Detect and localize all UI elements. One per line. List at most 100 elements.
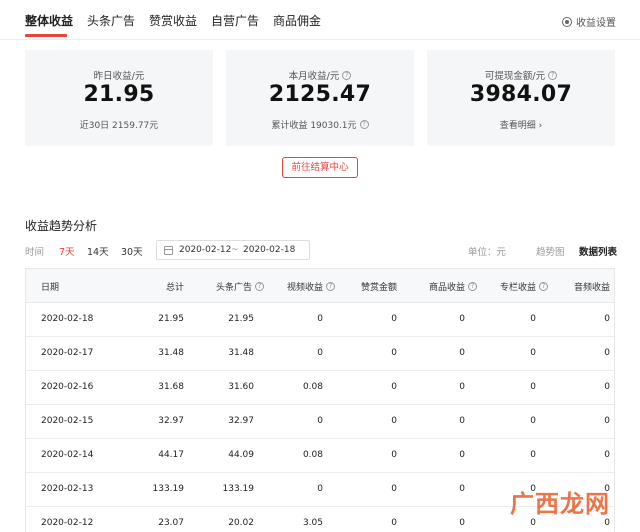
help-icon[interactable]: ? — [539, 282, 548, 291]
value-cell: 0 — [459, 450, 465, 460]
view-details-link[interactable]: 查看明细 › — [500, 118, 542, 131]
column-header: 音频收益 — [573, 283, 610, 293]
value-cell: 20.02 — [228, 518, 254, 528]
withdrawable-card: 可提现金额/元? 3984.07 查看明细 › — [427, 50, 615, 146]
value-cell: 3.05 — [302, 518, 323, 528]
view-data-list[interactable]: 数据列表 — [579, 244, 617, 258]
value-cell: 32.97 — [228, 416, 254, 426]
value-cell: 21.95 — [228, 314, 254, 324]
table-row: 2020-02-16 31.68 31.60 0.08 0 0 0 0 — [26, 371, 614, 405]
card-label: 可提现金额/元 — [484, 71, 546, 82]
value-cell: 0 — [391, 314, 397, 324]
month-revenue-card: 本月收益/元? 2125.47 累计收益 19030.1元? — [226, 50, 414, 146]
value-cell: 31.48 — [158, 348, 184, 358]
range-14-days[interactable]: 14天 — [87, 244, 109, 258]
value-cell: 0 — [459, 416, 465, 426]
help-icon[interactable]: ? — [468, 282, 477, 291]
date-cell: 2020-02-15 — [41, 416, 94, 426]
table-row: 2020-02-17 31.48 31.48 0 0 0 0 0 — [26, 337, 614, 371]
value-cell: 0 — [459, 518, 465, 528]
value-cell: 0 — [530, 382, 536, 392]
column-header: 头条广告 — [215, 283, 252, 293]
help-icon[interactable]: ? — [359, 120, 369, 129]
active-tab-indicator — [25, 34, 67, 37]
gear-icon — [562, 16, 572, 27]
value-cell: 44.17 — [158, 450, 184, 460]
revenue-settings-link[interactable]: 收益设置 — [562, 14, 616, 29]
table-row: 2020-02-14 44.17 44.09 0.08 0 0 0 0 — [26, 439, 614, 473]
value-cell: 32.97 — [158, 416, 184, 426]
column-header: 专栏收益 — [499, 283, 536, 293]
revenue-settings-label: 收益设置 — [576, 18, 616, 29]
value-cell: 133.19 — [222, 484, 255, 494]
value-cell: 0 — [391, 484, 397, 494]
table-row: 2020-02-18 21.95 21.95 0 0 0 0 0 — [26, 303, 614, 337]
value-cell: 0 — [459, 348, 465, 358]
value-cell: 0 — [391, 450, 397, 460]
date-cell: 2020-02-18 — [41, 314, 94, 324]
value-cell: 0 — [317, 484, 323, 494]
column-header: 商品收益 — [428, 283, 465, 293]
settlement-center-button[interactable]: 前往结算中心 — [282, 157, 358, 178]
value-cell: 0 — [317, 348, 323, 358]
column-header: 赞赏金额 — [360, 283, 397, 293]
value-cell: 0 — [391, 518, 397, 528]
value-cell: 0 — [604, 382, 610, 392]
date-cell: 2020-02-13 — [41, 484, 94, 494]
value-cell: 0 — [459, 484, 465, 494]
help-icon[interactable]: ? — [548, 70, 558, 80]
unit-label: 单位：元 — [468, 247, 507, 258]
card-value: 2125.47 — [268, 82, 372, 107]
table-row: 2020-02-15 32.97 32.97 0 0 0 0 0 — [26, 405, 614, 439]
help-icon[interactable]: ? — [326, 282, 335, 291]
card-subtext: 累计收益 19030.1元 — [271, 121, 357, 131]
date-start: 2020-02-12 — [179, 245, 232, 255]
value-cell: 31.68 — [158, 382, 184, 392]
value-cell: 21.95 — [158, 314, 184, 324]
value-cell: 31.48 — [228, 348, 254, 358]
yesterday-revenue-card: 昨日收益/元 21.95 近30日 2159.77元 — [25, 50, 213, 146]
tab-tips-revenue[interactable]: 赞赏收益 — [149, 12, 197, 29]
value-cell: 0 — [604, 314, 610, 324]
date-cell: 2020-02-12 — [41, 518, 94, 528]
tab-overall-revenue[interactable]: 整体收益 — [25, 12, 73, 29]
tab-product-commission[interactable]: 商品佣金 — [273, 12, 321, 29]
value-cell: 0 — [530, 416, 536, 426]
value-cell: 23.07 — [158, 518, 184, 528]
value-cell: 133.19 — [152, 484, 185, 494]
value-cell: 44.09 — [228, 450, 254, 460]
filter-row: 时间 7天 14天 30天 2020-02-12 ~ 2020-02-18 单位… — [0, 240, 640, 264]
column-header: 日期 — [41, 283, 60, 293]
value-cell: 0 — [391, 348, 397, 358]
date-separator: ~ — [231, 245, 239, 255]
card-label: 昨日收益/元 — [93, 71, 145, 82]
view-trend-chart[interactable]: 趋势图 — [536, 244, 565, 258]
column-header: 总计 — [165, 283, 184, 293]
card-value: 3984.07 — [469, 82, 573, 107]
range-7-days[interactable]: 7天 — [59, 244, 75, 258]
value-cell: 0 — [530, 314, 536, 324]
value-cell: 0 — [604, 416, 610, 426]
range-30-days[interactable]: 30天 — [121, 244, 143, 258]
value-cell: 0 — [317, 314, 323, 324]
value-cell: 0.08 — [302, 382, 323, 392]
value-cell: 0 — [459, 314, 465, 324]
help-icon[interactable]: ? — [342, 70, 352, 80]
calendar-icon — [164, 246, 173, 255]
top-tab-bar: 整体收益 头条广告 赞赏收益 自营广告 商品佣金 收益设置 — [0, 0, 640, 40]
card-subtext: 近30日 2159.77元 — [79, 121, 159, 131]
tab-self-ads[interactable]: 自营广告 — [211, 12, 259, 29]
card-label: 本月收益/元 — [288, 71, 340, 82]
date-range-picker[interactable]: 2020-02-12 ~ 2020-02-18 — [156, 240, 310, 260]
value-cell: 0 — [530, 518, 536, 528]
value-cell: 0 — [604, 450, 610, 460]
card-value: 21.95 — [83, 82, 155, 107]
help-icon[interactable]: ? — [255, 282, 264, 291]
value-cell: 0 — [530, 450, 536, 460]
tab-toutiao-ads[interactable]: 头条广告 — [87, 12, 135, 29]
value-cell: 0 — [604, 348, 610, 358]
trend-section-title: 收益趋势分析 — [25, 219, 98, 233]
value-cell: 31.60 — [228, 382, 254, 392]
value-cell: 0 — [530, 348, 536, 358]
value-cell: 0.08 — [302, 450, 323, 460]
